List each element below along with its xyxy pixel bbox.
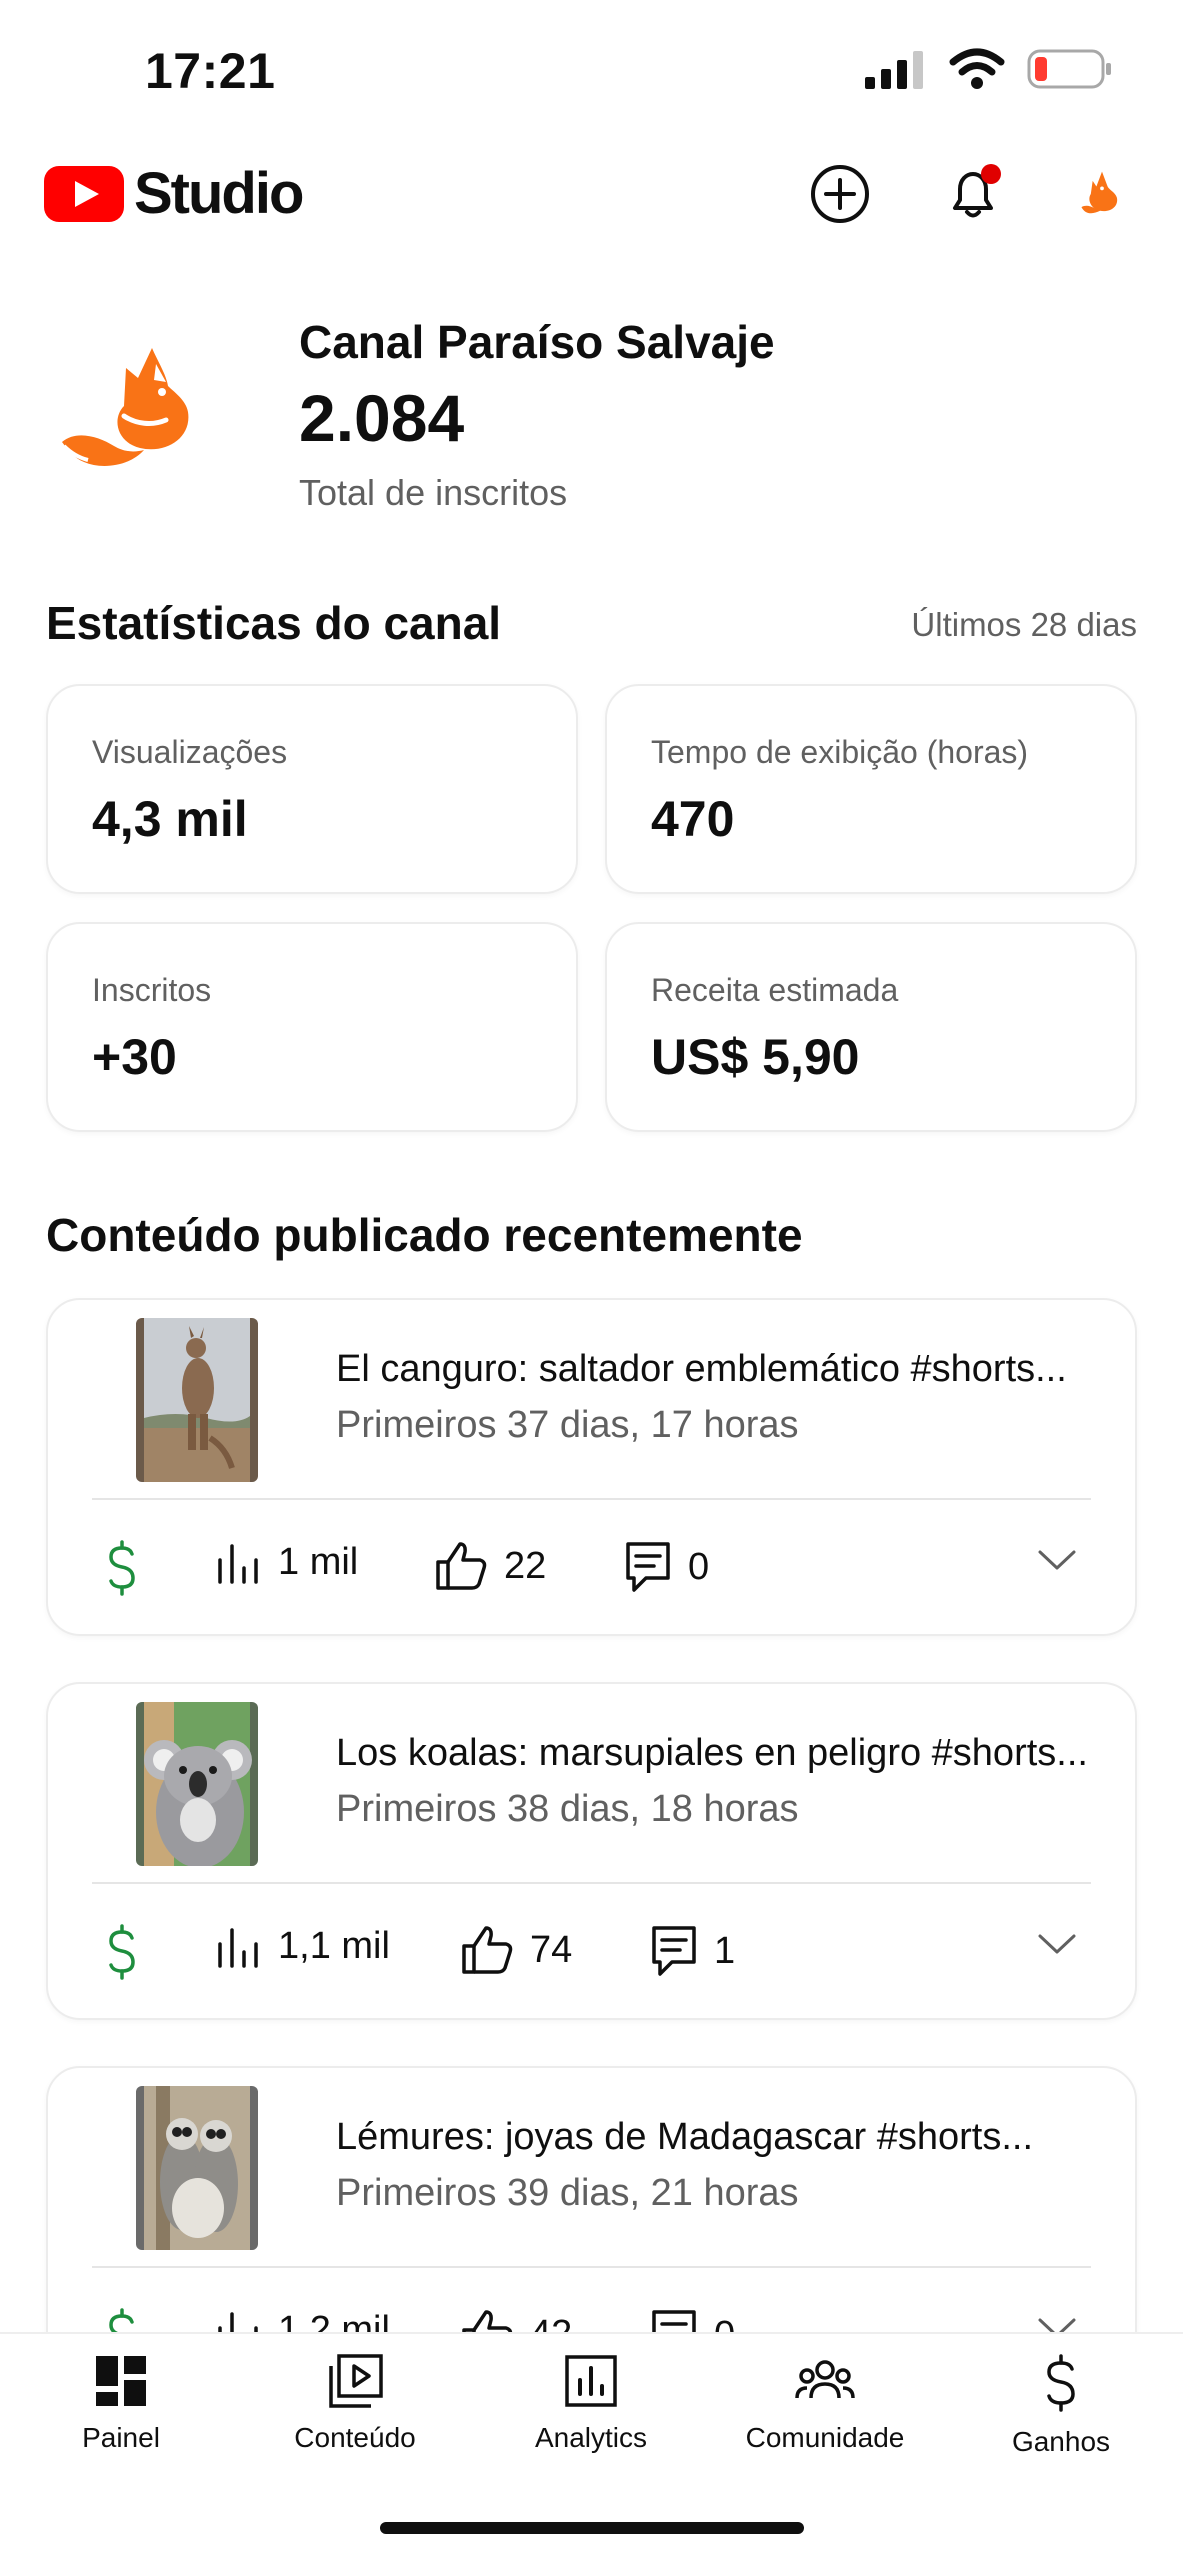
recent-section-title: Conteúdo publicado recentemente — [46, 1209, 803, 1261]
nav-item-analytics[interactable]: Analytics — [481, 2354, 701, 2454]
stat-card-views[interactable]: Visualizações 4,3 mil — [46, 684, 578, 894]
stats-period: Últimos 28 dias — [911, 606, 1137, 643]
earnings-icon — [1047, 2354, 1075, 2412]
video-metrics: 1 mil 22 0 — [48, 1500, 1135, 1634]
video-card[interactable]: El canguro: saltador emblemático #shorts… — [46, 1298, 1137, 1636]
nav-label: Conteúdo — [294, 2422, 416, 2453]
stat-value: US$ 5,90 — [651, 1029, 860, 1085]
likes-value: 22 — [504, 1544, 547, 1587]
comment-icon — [652, 1926, 696, 1976]
stats-section-title: Estatísticas do canal — [46, 597, 502, 649]
youtube-logo-icon — [44, 165, 124, 222]
chevron-down-icon — [1038, 1934, 1076, 1954]
bar-chart-icon — [218, 1928, 258, 1968]
analytics-icon — [565, 2355, 617, 2407]
likes-value: 74 — [530, 1928, 573, 1971]
youtube-studio-logo[interactable]: Studio — [44, 160, 304, 227]
app-header: Studio — [0, 140, 1183, 250]
thumbs-up-icon — [436, 1542, 487, 1590]
bell-icon — [953, 164, 1001, 218]
stat-value: 470 — [651, 791, 735, 847]
nav-label: Analytics — [534, 2422, 648, 2453]
wifi-icon — [949, 48, 1005, 89]
nav-label: Painel — [82, 2422, 160, 2453]
comments-value: 0 — [688, 1545, 710, 1588]
status-time: 17:21 — [145, 43, 276, 99]
add-circle-icon — [811, 165, 869, 223]
subscriber-count: 2.084 — [299, 381, 465, 455]
logo-text: Studio — [134, 161, 304, 226]
dashboard-icon — [96, 2356, 146, 2406]
views-value: 1 mil — [278, 1540, 359, 1583]
thumbs-up-icon — [462, 1926, 513, 1974]
notifications-button[interactable] — [937, 158, 1009, 230]
nav-item-painel[interactable]: Painel — [11, 2354, 231, 2454]
likes-metric: 74 — [460, 1924, 572, 1976]
stat-label: Visualizações — [92, 734, 288, 770]
chevron-down-icon — [1038, 1550, 1076, 1570]
dollar-icon — [109, 1540, 135, 1596]
expand-button[interactable] — [1037, 1548, 1077, 1577]
video-period: Primeiros 37 dias, 17 horas — [336, 1404, 799, 1446]
channel-summary: Canal Paraíso Salvaje 2.084 Total de ins… — [0, 300, 1183, 530]
video-title[interactable]: El canguro: saltador emblemático #shorts… — [336, 1348, 1116, 1391]
video-title[interactable]: Los koalas: marsupiales en peligro #shor… — [336, 1732, 1116, 1775]
monetization-metric — [102, 1924, 142, 1980]
channel-avatar[interactable] — [54, 320, 224, 495]
views-value: 1,1 mil — [278, 1924, 390, 1967]
stat-card-revenue[interactable]: Receita estimada US$ 5,90 — [605, 922, 1137, 1132]
cellular-signal-icon — [865, 51, 923, 89]
video-period: Primeiros 38 dias, 18 horas — [336, 1788, 799, 1830]
video-card[interactable]: Los koalas: marsupiales en peligro #shor… — [46, 1682, 1137, 2020]
nav-label: Ganhos — [1011, 2426, 1111, 2457]
stat-card-subscribers[interactable]: Inscritos +30 — [46, 922, 578, 1132]
comment-icon — [626, 1542, 670, 1592]
account-avatar-button[interactable] — [1066, 158, 1138, 230]
video-thumbnail[interactable] — [136, 1318, 258, 1482]
nav-label: Comunidade — [745, 2422, 905, 2453]
nav-item-ganhos[interactable]: Ganhos — [951, 2354, 1171, 2458]
nav-item-conteudo[interactable]: Conteúdo — [245, 2354, 465, 2454]
stat-card-watch-time[interactable]: Tempo de exibição (horas) 470 — [605, 684, 1137, 894]
channel-name: Canal Paraíso Salvaje — [299, 316, 775, 368]
status-icons — [863, 48, 1113, 90]
video-metrics: 1,1 mil 74 1 — [48, 1884, 1135, 2018]
bar-chart-icon — [218, 1544, 258, 1584]
stat-value: 4,3 mil — [92, 791, 248, 847]
dollar-icon — [109, 1924, 135, 1980]
community-icon — [795, 2360, 855, 2399]
likes-metric: 22 — [434, 1540, 546, 1592]
stat-label: Tempo de exibição (horas) — [651, 734, 1029, 770]
views-metric: 1,1 mil — [214, 1924, 390, 1968]
stat-label: Inscritos — [92, 972, 212, 1008]
comments-value: 1 — [714, 1929, 736, 1972]
monetization-metric — [102, 1540, 142, 1596]
nav-item-comunidade[interactable]: Comunidade — [715, 2354, 935, 2454]
stat-label: Receita estimada — [651, 972, 899, 1008]
video-title[interactable]: Lémures: joyas de Madagascar #shorts... — [336, 2116, 1116, 2159]
status-bar: 17:21 — [0, 0, 1183, 140]
expand-button[interactable] — [1037, 1932, 1077, 1961]
video-period: Primeiros 39 dias, 21 horas — [336, 2172, 799, 2214]
battery-icon — [1027, 49, 1111, 89]
home-indicator[interactable] — [380, 2522, 804, 2534]
fox-avatar-icon — [1081, 171, 1118, 214]
subscriber-label: Total de inscritos — [299, 472, 568, 513]
fox-logo-icon — [62, 348, 189, 466]
video-thumbnail[interactable] — [136, 1702, 258, 1866]
video-thumbnail[interactable] — [136, 2086, 258, 2250]
stat-value: +30 — [92, 1029, 177, 1085]
views-metric: 1 mil — [214, 1540, 358, 1584]
content-icon — [329, 2354, 383, 2408]
create-button[interactable] — [804, 158, 876, 230]
comments-metric: 0 — [624, 1540, 709, 1594]
comments-metric: 1 — [650, 1924, 735, 1978]
